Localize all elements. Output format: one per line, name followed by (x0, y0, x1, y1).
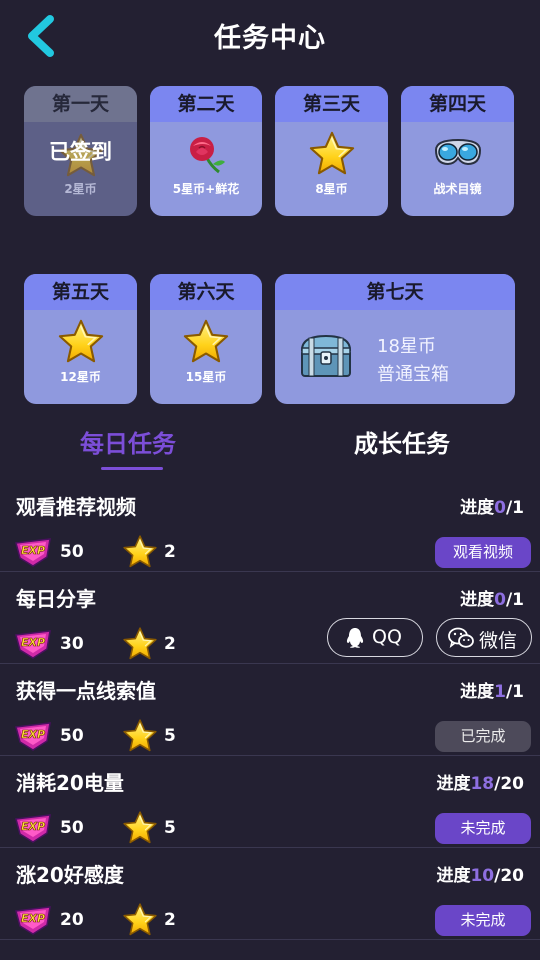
checkin-card-day3[interactable]: 第三天 8星币 (275, 86, 388, 216)
tab-growth-tasks[interactable]: 成长任务 (354, 424, 450, 459)
qq-icon (346, 628, 364, 648)
share-wechat-button[interactable]: 微信 (436, 618, 532, 657)
page-title: 任务中心 (214, 23, 326, 54)
star-icon (122, 626, 158, 662)
star-reward: 5 (164, 818, 176, 838)
star-reward: 5 (164, 726, 176, 746)
star-reward: 2 (164, 910, 176, 930)
star-icon (122, 902, 158, 938)
task-row: 观看推荐视频 进度0/1 50 2 观看视频 (0, 480, 540, 572)
card-reward: 12星币 (60, 370, 101, 384)
exp-reward: 50 (60, 818, 84, 838)
tab-daily-tasks[interactable]: 每日任务 (80, 424, 176, 459)
exp-reward: 50 (60, 542, 84, 562)
card-day-label: 第四天 (401, 86, 514, 122)
star-icon (122, 534, 158, 570)
card-day-label: 第二天 (150, 86, 262, 122)
task-progress: 进度18/20 (436, 774, 524, 794)
card-reward: 2星币 (64, 182, 97, 196)
task-row: 消耗20电量 进度18/20 50 5 未完成 (0, 756, 540, 848)
star-icon (182, 318, 230, 366)
task-name: 观看推荐视频 (16, 495, 136, 519)
checkin-card-day5[interactable]: 第五天 12星币 (24, 274, 137, 404)
watch-video-button[interactable]: 观看视频 (435, 537, 531, 568)
task-name: 获得一点线索值 (16, 679, 156, 703)
treasure-chest-icon (300, 334, 352, 377)
share-qq-button[interactable]: QQ (327, 618, 423, 657)
checkin-card-day2[interactable]: 第二天 5星币+鲜花 (150, 86, 262, 216)
task-name: 消耗20电量 (16, 771, 124, 795)
goggles-icon (434, 138, 481, 166)
card-reward: 8星币 (315, 182, 348, 196)
star-icon (57, 318, 105, 366)
exp-icon (14, 629, 52, 659)
incomplete-button[interactable]: 未完成 (435, 905, 531, 936)
header: 任务中心 (0, 0, 540, 72)
task-row: 每日分享 进度0/1 30 2 QQ 微信 (0, 572, 540, 664)
checkin-card-day1: 第一天 已签到 2星币 (24, 86, 137, 216)
checkin-card-day4[interactable]: 第四天 战术目镜 (401, 86, 514, 216)
task-progress: 进度0/1 (460, 498, 524, 518)
task-tabs: 每日任务 成长任务 (0, 420, 540, 476)
task-progress: 进度1/1 (460, 682, 524, 702)
task-progress: 进度0/1 (460, 590, 524, 610)
checkin-card-day7[interactable]: 第七天 18星币 普通宝箱 (275, 274, 515, 404)
card-reward: 5星币+鲜花 (172, 182, 240, 196)
card-day-label: 第五天 (24, 274, 137, 310)
star-icon (308, 130, 356, 178)
star-reward: 2 (164, 542, 176, 562)
exp-reward: 50 (60, 726, 84, 746)
task-name: 每日分享 (16, 587, 96, 611)
incomplete-button[interactable]: 未完成 (435, 813, 531, 844)
star-reward: 2 (164, 634, 176, 654)
card-day-label: 第一天 (24, 86, 137, 122)
card-day-label: 第六天 (150, 274, 262, 310)
card-day-label: 第三天 (275, 86, 388, 122)
exp-reward: 30 (60, 634, 84, 654)
task-row: 涨20好感度 进度10/20 20 2 未完成 (0, 848, 540, 940)
card-reward: 15星币 (185, 370, 227, 384)
star-icon (122, 810, 158, 846)
completed-button[interactable]: 已完成 (435, 721, 531, 752)
exp-icon (14, 905, 52, 935)
card-reward-coins: 18星币 (377, 336, 436, 357)
card-reward: 战术目镜 (433, 182, 482, 196)
exp-icon (14, 813, 52, 843)
exp-icon (14, 537, 52, 567)
checkin-card-day6[interactable]: 第六天 15星币 (150, 274, 262, 404)
wechat-icon (448, 627, 474, 648)
star-icon (122, 718, 158, 754)
signed-status: 已签到 (49, 140, 112, 164)
exp-icon (14, 721, 52, 751)
rose-icon (190, 137, 225, 174)
task-progress: 进度10/20 (436, 866, 524, 886)
card-reward-item: 普通宝箱 (377, 364, 449, 385)
task-row: 获得一点线索值 进度1/1 50 5 已完成 (0, 664, 540, 756)
tab-active-indicator (101, 467, 163, 470)
card-day-label: 第七天 (275, 274, 515, 310)
task-name: 涨20好感度 (16, 863, 124, 887)
exp-reward: 20 (60, 910, 84, 930)
